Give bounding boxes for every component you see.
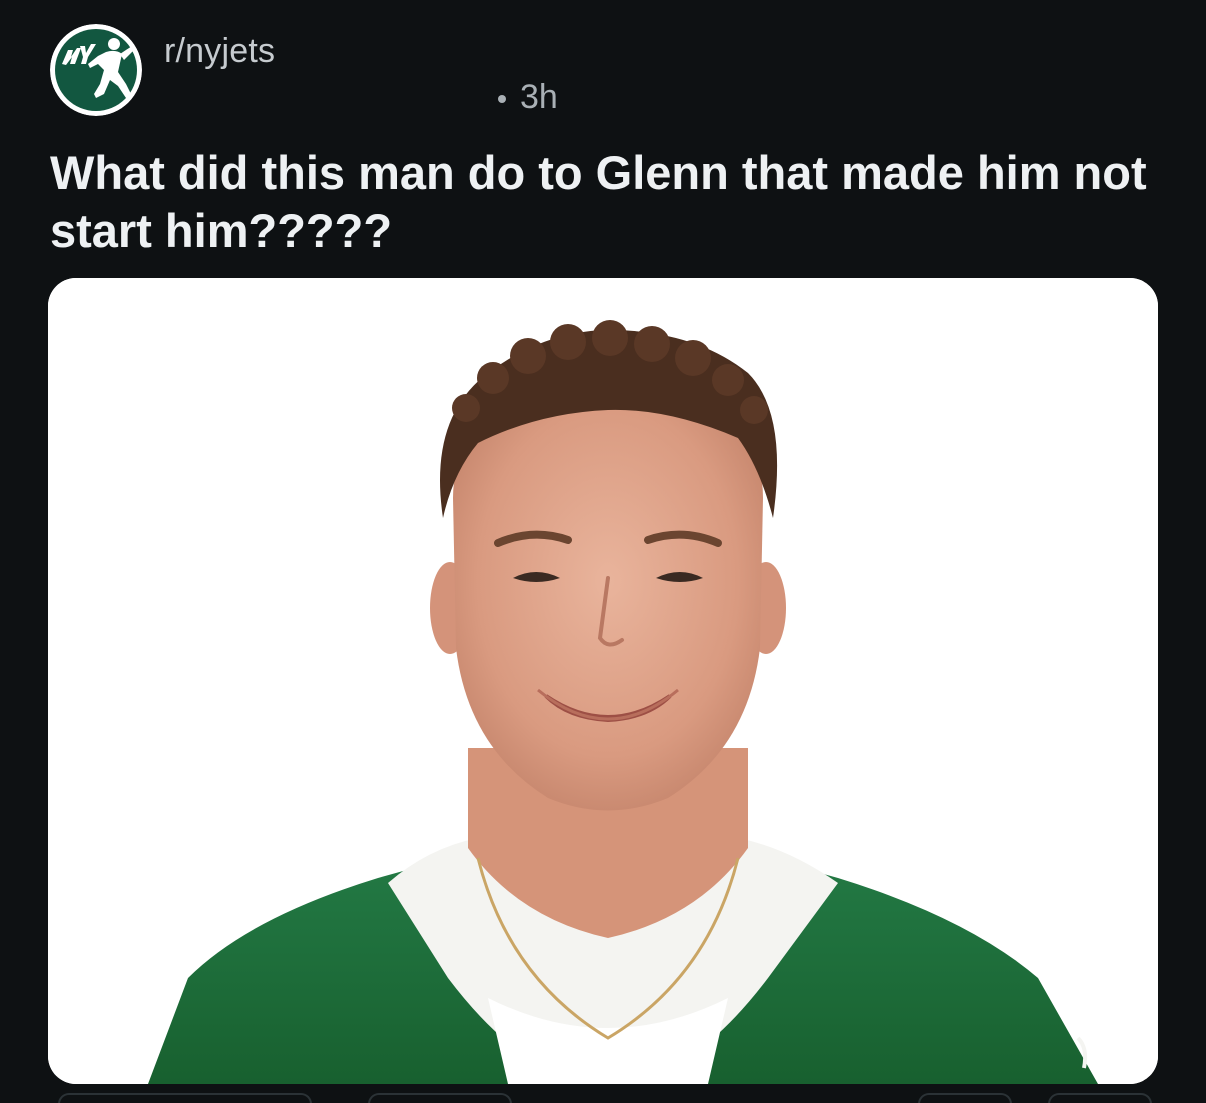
award-button[interactable] [918, 1093, 1012, 1103]
reddit-post: r/nyjets 3h What did this man do to Glen… [0, 0, 1206, 1103]
player-headshot-image [48, 278, 1158, 1084]
nyjets-logo-icon [50, 24, 142, 116]
subreddit-avatar[interactable] [50, 24, 142, 116]
post-header: r/nyjets 3h [50, 24, 764, 120]
post-action-bar [48, 1093, 1158, 1103]
post-age-row: 3h [498, 78, 558, 117]
subreddit-name[interactable]: r/nyjets [164, 32, 275, 71]
separator-dot [498, 94, 506, 103]
post-image[interactable] [48, 278, 1158, 1084]
post-title[interactable]: What did this man do to Glenn that made … [50, 144, 1160, 260]
post-age: 3h [520, 78, 558, 116]
post-meta: r/nyjets 3h [164, 24, 764, 120]
comments-button[interactable] [368, 1093, 512, 1103]
share-button[interactable] [1048, 1093, 1152, 1103]
vote-button[interactable] [58, 1093, 312, 1103]
